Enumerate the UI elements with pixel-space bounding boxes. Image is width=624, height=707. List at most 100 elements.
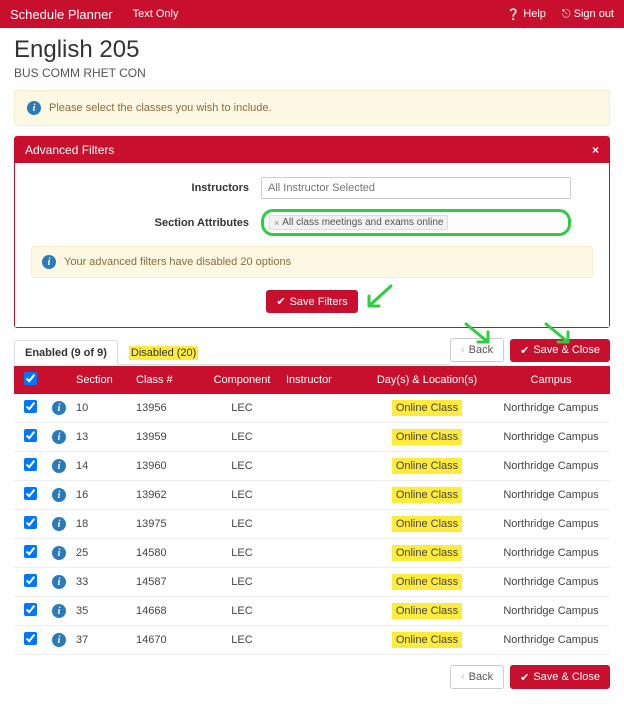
row-checkbox[interactable] [24, 632, 37, 645]
attributes-input[interactable]: × All class meetings and exams online [261, 209, 571, 236]
table-header-row: Section Class # Component Instructor Day… [14, 366, 610, 394]
cell-campus: Northridge Campus [492, 423, 610, 452]
cell-campus: Northridge Campus [492, 597, 610, 626]
footer-actions: ‹Back ✔Save & Close [14, 655, 610, 699]
row-checkbox[interactable] [24, 400, 37, 413]
sections-table: Section Class # Component Instructor Day… [14, 366, 610, 655]
cell-component: LEC [202, 539, 282, 568]
cell-section: 14 [72, 452, 132, 481]
info-icon[interactable]: i [52, 488, 66, 502]
info-icon[interactable]: i [52, 517, 66, 531]
instructors-row: Instructors [31, 177, 593, 199]
row-checkbox[interactable] [24, 458, 37, 471]
cell-days: Online Class [362, 452, 492, 481]
info-icon: i [42, 255, 56, 269]
cell-campus: Northridge Campus [492, 539, 610, 568]
cell-instructor [282, 423, 362, 452]
cell-days: Online Class [362, 597, 492, 626]
help-icon: ❔ [507, 8, 521, 21]
row-checkbox[interactable] [24, 545, 37, 558]
cell-campus: Northridge Campus [492, 394, 610, 423]
row-checkbox[interactable] [24, 429, 37, 442]
cell-component: LEC [202, 394, 282, 423]
cell-instructor [282, 394, 362, 423]
page-title: English 205 [14, 36, 610, 64]
back-button-top[interactable]: ‹Back [450, 338, 504, 362]
check-icon: ✔ [520, 671, 529, 684]
cell-instructor [282, 626, 362, 655]
cell-instructor [282, 539, 362, 568]
cell-section: 37 [72, 626, 132, 655]
cell-section: 35 [72, 597, 132, 626]
row-checkbox[interactable] [24, 487, 37, 500]
help-link[interactable]: ❔Help [507, 8, 546, 21]
info-icon[interactable]: i [52, 546, 66, 560]
cell-days: Online Class [362, 510, 492, 539]
cell-campus: Northridge Campus [492, 452, 610, 481]
cell-classnum: 13960 [132, 452, 202, 481]
info-icon[interactable]: i [52, 401, 66, 415]
col-classnum: Class # [132, 366, 202, 394]
row-checkbox[interactable] [24, 574, 37, 587]
select-all-checkbox[interactable] [24, 372, 37, 385]
annotation-arrow [363, 284, 393, 312]
signout-icon: ⎋ [562, 8, 571, 21]
cell-classnum: 14668 [132, 597, 202, 626]
table-row: i 3514668LEC Online ClassNorthridge Campus [14, 597, 610, 626]
table-row: i1313959LECOnline ClassNorthridge Campus [14, 423, 610, 452]
panel-header: Advanced Filters × [15, 137, 609, 163]
cell-section: 13 [72, 423, 132, 452]
check-icon: ✔ [276, 295, 285, 308]
cell-instructor [282, 597, 362, 626]
cell-section: 16 [72, 481, 132, 510]
cell-instructor [282, 452, 362, 481]
cell-campus: Northridge Campus [492, 481, 610, 510]
tab-disabled[interactable]: Disabled (20) [118, 340, 209, 365]
info-icon[interactable]: i [52, 575, 66, 589]
close-icon[interactable]: × [592, 143, 599, 157]
table-row: i1413960LECOnline ClassNorthridge Campus [14, 452, 610, 481]
save-filters-button[interactable]: ✔ Save Filters [266, 290, 357, 313]
table-row: i1013956LECOnline ClassNorthridge Campus [14, 394, 610, 423]
row-checkbox[interactable] [24, 516, 37, 529]
cell-days: Online Class [362, 481, 492, 510]
info-icon[interactable]: i [52, 459, 66, 473]
cell-section: 10 [72, 394, 132, 423]
cell-component: LEC [202, 626, 282, 655]
table-row: i 2514580LEC Online ClassNorthridge Campus [14, 539, 610, 568]
row-checkbox[interactable] [24, 603, 37, 616]
save-close-button-top[interactable]: ✔Save & Close [510, 339, 610, 362]
cell-classnum: 13975 [132, 510, 202, 539]
info-icon[interactable]: i [52, 604, 66, 618]
cell-instructor [282, 510, 362, 539]
panel-title: Advanced Filters [25, 143, 114, 157]
table-row: i1813975LECOnline ClassNorthridge Campus [14, 510, 610, 539]
attributes-row: Section Attributes × All class meetings … [31, 209, 593, 236]
table-row: i1613962LECOnline ClassNorthridge Campus [14, 481, 610, 510]
text-only-link[interactable]: Text Only [133, 8, 179, 20]
instructors-input[interactable] [261, 177, 571, 199]
cell-classnum: 13959 [132, 423, 202, 452]
back-button-bottom[interactable]: ‹Back [450, 665, 504, 689]
brand: Schedule Planner [10, 7, 113, 22]
cell-component: LEC [202, 423, 282, 452]
tab-enabled[interactable]: Enabled (9 of 9) [14, 340, 118, 365]
cell-component: LEC [202, 481, 282, 510]
cell-days: Online Class [362, 539, 492, 568]
signout-link[interactable]: ⎋Sign out [562, 8, 614, 21]
attribute-tag[interactable]: × All class meetings and exams online [269, 215, 448, 230]
col-instructor: Instructor [282, 366, 362, 394]
cell-component: LEC [202, 510, 282, 539]
cell-component: LEC [202, 597, 282, 626]
info-icon[interactable]: i [52, 430, 66, 444]
cell-classnum: 14580 [132, 539, 202, 568]
advanced-filters-panel: Advanced Filters × Instructors Section A… [14, 136, 610, 328]
cell-days: Online Class [362, 626, 492, 655]
tag-remove-icon[interactable]: × [274, 218, 279, 228]
chevron-left-icon: ‹ [461, 671, 465, 683]
cell-campus: Northridge Campus [492, 510, 610, 539]
save-close-button-bottom[interactable]: ✔Save & Close [510, 665, 610, 689]
cell-section: 25 [72, 539, 132, 568]
info-icon[interactable]: i [52, 633, 66, 647]
cell-days: Online Class [362, 394, 492, 423]
